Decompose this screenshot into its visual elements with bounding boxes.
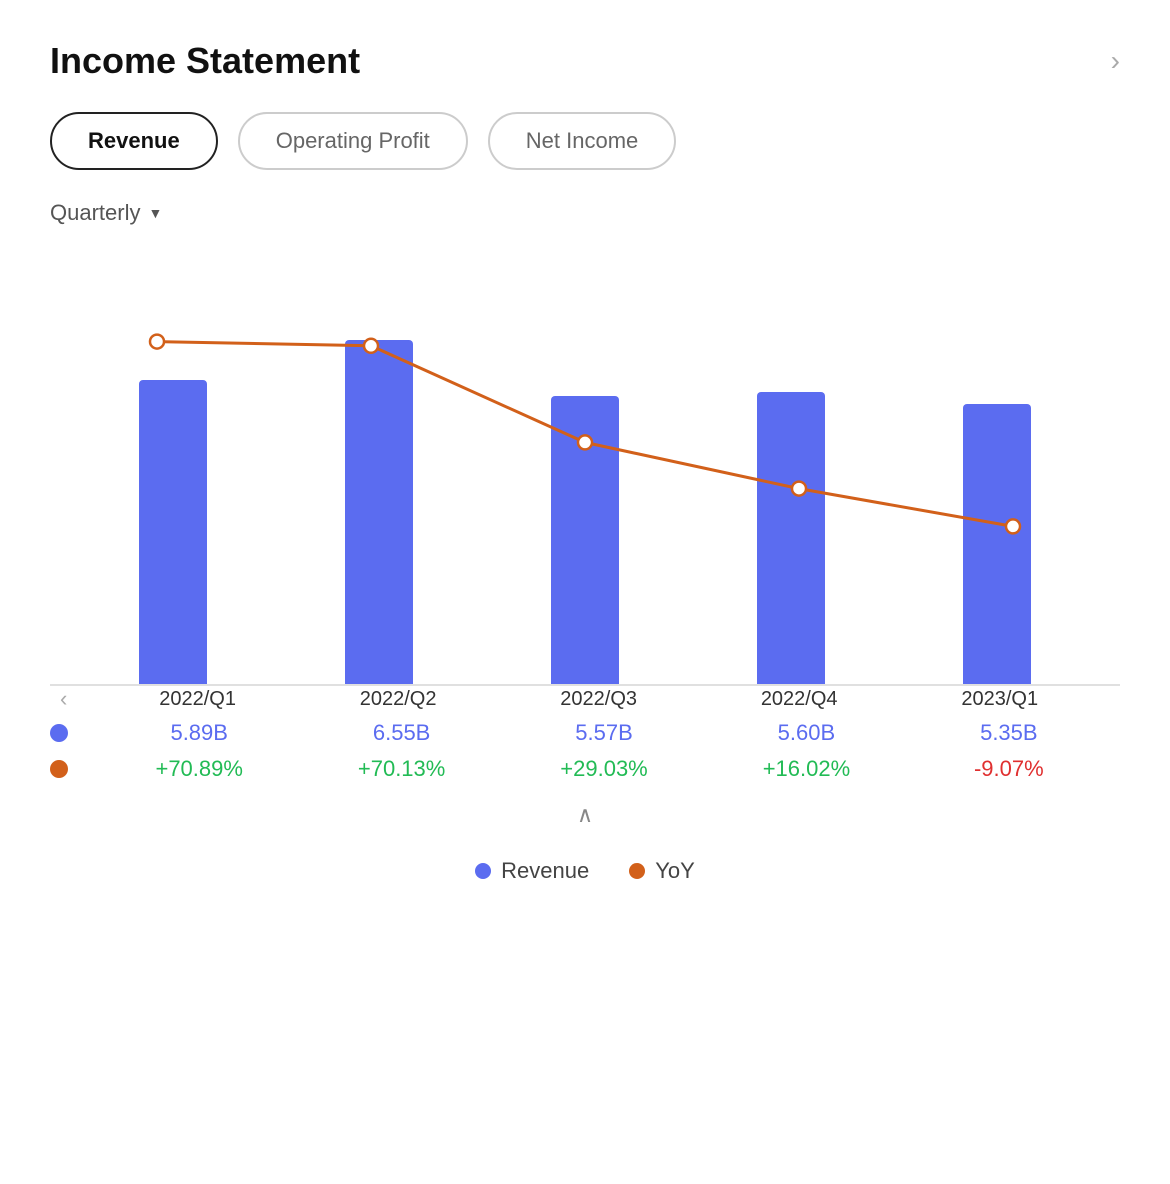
prev-button[interactable]: ‹ — [50, 686, 77, 712]
yoy-dot — [50, 760, 68, 778]
revenue-value: 6.55B — [300, 720, 502, 746]
revenue-dot — [50, 724, 68, 742]
tab-operating-profit[interactable]: Operating Profit — [238, 112, 468, 170]
bar-col — [482, 396, 688, 684]
yoy-value: +70.89% — [98, 756, 300, 782]
bar-col — [688, 392, 894, 684]
revenue-value: 5.60B — [705, 720, 907, 746]
period-arrow-icon: ▼ — [148, 205, 162, 221]
nav-next-button[interactable]: › — [1111, 45, 1120, 77]
tab-net-income[interactable]: Net Income — [488, 112, 677, 170]
bar-col — [70, 380, 276, 684]
period-selector[interactable]: Quarterly ▼ — [50, 200, 1120, 226]
bar — [963, 404, 1031, 684]
legend-label: Revenue — [501, 858, 589, 884]
bar — [551, 396, 619, 684]
revenue-value: 5.57B — [503, 720, 705, 746]
bar — [757, 392, 825, 684]
yoy-value: +16.02% — [705, 756, 907, 782]
yoy-value: +29.03% — [503, 756, 705, 782]
legend-dot — [475, 863, 491, 879]
revenue-row: 5.89B6.55B5.57B5.60B5.35B — [50, 720, 1120, 746]
yoy-value: +70.13% — [300, 756, 502, 782]
legend-item: Revenue — [475, 858, 589, 884]
page-title: Income Statement — [50, 40, 360, 82]
chart-area — [50, 266, 1120, 686]
data-rows: 5.89B6.55B5.57B5.60B5.35B +70.89%+70.13%… — [50, 720, 1120, 782]
legend-item: YoY — [629, 858, 695, 884]
bar — [139, 380, 207, 684]
x-label: 2022/Q1 — [97, 688, 298, 711]
bar — [345, 340, 413, 684]
x-label: 2022/Q3 — [498, 688, 699, 711]
x-label: 2023/Q1 — [899, 688, 1100, 711]
revenue-value: 5.35B — [908, 720, 1110, 746]
bar-col — [894, 404, 1100, 684]
yoy-value: -9.07% — [908, 756, 1110, 782]
bar-col — [276, 340, 482, 684]
legend-label: YoY — [655, 858, 695, 884]
legend-dot — [629, 863, 645, 879]
period-label: Quarterly — [50, 200, 140, 226]
tab-revenue[interactable]: Revenue — [50, 112, 218, 170]
legend-row: Revenue YoY — [50, 858, 1120, 884]
yoy-row: +70.89%+70.13%+29.03%+16.02%-9.07% — [50, 756, 1120, 782]
revenue-value: 5.89B — [98, 720, 300, 746]
x-label: 2022/Q4 — [699, 688, 900, 711]
x-axis-row: ‹ 2022/Q12022/Q22022/Q32022/Q42023/Q1 — [50, 686, 1120, 712]
x-label: 2022/Q2 — [298, 688, 499, 711]
collapse-button[interactable]: ∧ — [50, 802, 1120, 828]
tabs-row: Revenue Operating Profit Net Income — [50, 112, 1120, 170]
